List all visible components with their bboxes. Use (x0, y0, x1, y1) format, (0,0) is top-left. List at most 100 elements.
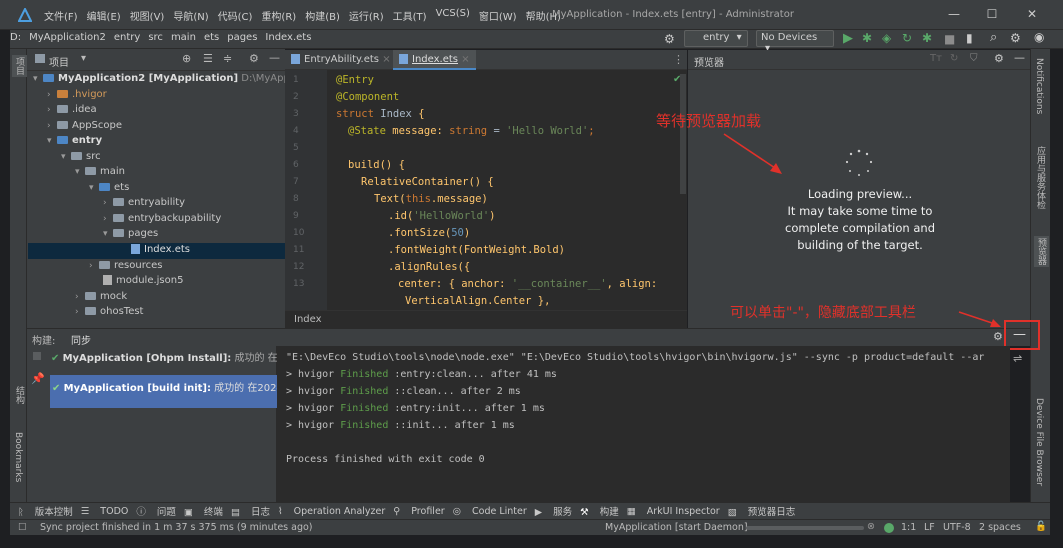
tree-item-entrybackupability[interactable]: › entrybackupability (103, 213, 221, 224)
maximize-button[interactable]: ☐ (982, 4, 1002, 24)
menu-view[interactable]: 视图(V) (130, 8, 165, 23)
inspector-icon[interactable]: ⛉ (970, 53, 978, 64)
options-gear-icon[interactable]: ⚙ (249, 52, 259, 65)
project-tool-tab[interactable]: 项目 (12, 55, 27, 77)
apply-changes-icon[interactable]: ↻ (902, 31, 912, 45)
tree-item-entry[interactable]: ▾ entry (47, 135, 102, 146)
close-tab-icon[interactable]: × (382, 54, 390, 65)
previewer-tool-tab[interactable]: 预览器 (1034, 236, 1049, 267)
app-service-tool-tab[interactable]: 应用与服务体检 (1034, 146, 1047, 209)
tool-operation-analyzer[interactable]: ⌇ Operation Analyzer (278, 506, 385, 517)
menu-run[interactable]: 运行(R) (349, 8, 384, 23)
build-item-selected[interactable]: ✔ MyApplication [build init]: 成功的 在2024/… (50, 375, 277, 408)
bookmarks-tool-tab[interactable]: Bookmarks (13, 432, 23, 482)
breadcrumb-project[interactable]: MyApplication2 (29, 32, 106, 43)
device-selector[interactable]: No Devices ▾ (756, 30, 834, 54)
hide-panel-icon[interactable]: — (269, 51, 280, 64)
minimize-button[interactable]: — (944, 4, 964, 24)
editor-scrollbar[interactable] (680, 74, 686, 194)
notifications-tool-tab[interactable]: Notifications (1034, 58, 1044, 114)
menu-edit[interactable]: 编辑(E) (87, 8, 121, 23)
tool-todo[interactable]: ☰ TODO (81, 506, 129, 517)
build-settings-icon[interactable]: ⚙ (993, 330, 1003, 343)
tree-item-index-ets[interactable]: Index.ets (131, 244, 190, 255)
soft-wrap-icon[interactable]: ⇌ (1013, 352, 1022, 365)
structure-tool-tab[interactable]: 结构 (13, 386, 26, 404)
breadcrumb-src[interactable]: src (148, 32, 163, 43)
file-encoding[interactable]: UTF-8 (943, 522, 971, 533)
menu-tools[interactable]: 工具(T) (393, 8, 427, 23)
profile-icon[interactable]: ◈ (882, 31, 891, 45)
settings-icon[interactable]: ⚙ (1010, 31, 1021, 45)
chevron-down-icon[interactable]: ▾ (81, 53, 86, 64)
device-file-browser-tab[interactable]: Device File Browser (1034, 398, 1044, 486)
line-separator[interactable]: LF (924, 522, 935, 533)
menu-code[interactable]: 代码(C) (218, 8, 253, 23)
tool-profiler[interactable]: ⚲ Profiler (393, 506, 444, 517)
tree-item-hvigor[interactable]: › .hvigor (47, 89, 107, 100)
menu-build[interactable]: 构建(B) (305, 8, 340, 23)
tree-item-ets[interactable]: ▾ ets (89, 182, 129, 193)
tool-arkui-inspector[interactable]: ▦ ArkUI Inspector (627, 506, 720, 517)
menu-refactor[interactable]: 重构(R) (261, 8, 296, 23)
tree-item-main[interactable]: ▾ main (75, 166, 125, 177)
module-selector[interactable]: entry ▾ (684, 30, 748, 47)
tree-item-idea[interactable]: › .idea (47, 104, 97, 115)
cancel-task-icon[interactable]: ⊗ (867, 521, 875, 532)
menu-window[interactable]: 窗口(W) (479, 8, 517, 23)
menu-file[interactable]: 文件(F) (44, 8, 78, 23)
status-window-icon[interactable]: ☐ (18, 522, 27, 533)
project-panel-title[interactable]: 项目 (49, 54, 69, 69)
tool-build[interactable]: ⚒ 构建 (580, 504, 619, 518)
device-manager-icon[interactable]: ▮ (966, 31, 973, 45)
stop-icon[interactable]: ■ (944, 32, 955, 46)
attach-debugger-icon[interactable]: ✱ (922, 31, 932, 45)
menu-vcs[interactable]: VCS(S) (436, 8, 470, 23)
tree-item-src[interactable]: ▾ src (61, 151, 101, 162)
breadcrumb-entry[interactable]: entry (114, 32, 140, 43)
tree-item-ohostest[interactable]: › ohosTest (75, 306, 143, 317)
background-task-label[interactable]: MyApplication [start Daemon] (605, 522, 748, 533)
close-tab-icon[interactable]: × (461, 54, 469, 65)
tool-log[interactable]: ▤ 日志 (231, 504, 270, 518)
hide-previewer-icon[interactable]: — (1014, 51, 1025, 64)
expand-all-icon[interactable]: ≑ (223, 52, 232, 65)
search-icon[interactable]: ⌕ (990, 30, 997, 45)
refresh-icon[interactable]: ↻ (950, 53, 958, 64)
breadcrumb-drive[interactable]: D: (10, 32, 21, 43)
locate-icon[interactable]: ⊕ (182, 52, 191, 65)
cursor-position[interactable]: 1:1 (901, 522, 916, 533)
debug-icon[interactable]: ✱ (862, 31, 872, 45)
tree-item-entryability[interactable]: › entryability (103, 197, 185, 208)
tree-item-mock[interactable]: › mock (75, 291, 127, 302)
run-icon[interactable]: ▶ (843, 31, 853, 46)
hide-panel-button[interactable]: — (1013, 327, 1026, 342)
pin-icon[interactable]: 📌 (31, 372, 45, 385)
tool-problems[interactable]: ⓘ 问题 (136, 504, 176, 518)
tree-item-appscope[interactable]: › AppScope (47, 120, 122, 131)
build-item[interactable]: ✔ MyApplication [Ohpm Install]: 成功的 在202… (51, 349, 277, 364)
tab-index[interactable]: Index.ets × (393, 50, 476, 70)
stop-build-icon[interactable] (33, 352, 41, 360)
previewer-settings-icon[interactable]: ⚙ (994, 52, 1004, 65)
tool-terminal[interactable]: ▣ 终端 (184, 504, 223, 518)
tool-code-linter[interactable]: ◎ Code Linter (453, 506, 527, 517)
collapse-all-icon[interactable]: ☰ (203, 52, 213, 65)
more-tabs-icon[interactable]: ⋮ (673, 53, 684, 66)
breadcrumb-pages[interactable]: pages (227, 32, 257, 43)
tab-entryability[interactable]: EntryAbility.ets × (291, 54, 391, 65)
indent-setting[interactable]: 2 spaces (979, 522, 1021, 533)
tree-item-root[interactable]: ▾MyApplication2 [MyApplication] D:\MyApp… (33, 73, 285, 84)
text-size-icon[interactable]: Tт (930, 53, 942, 64)
breadcrumb-ets[interactable]: ets (204, 32, 219, 43)
code-editor[interactable] (285, 70, 687, 310)
menu-navigate[interactable]: 导航(N) (173, 8, 208, 23)
tool-services[interactable]: ▶ 服务 (535, 504, 572, 518)
tool-previewer-log[interactable]: ▧ 预览器日志 (728, 504, 796, 518)
breadcrumb-file[interactable]: Index.ets (265, 32, 311, 43)
settings-gear-icon[interactable]: ⚙ (664, 32, 675, 46)
tree-item-module-json5[interactable]: module.json5 (103, 275, 183, 286)
status-message[interactable]: Sync project finished in 1 m 37 s 375 ms… (40, 522, 313, 533)
editor-breadcrumb-label[interactable]: Index (294, 314, 322, 325)
breadcrumb-main[interactable]: main (171, 32, 196, 43)
